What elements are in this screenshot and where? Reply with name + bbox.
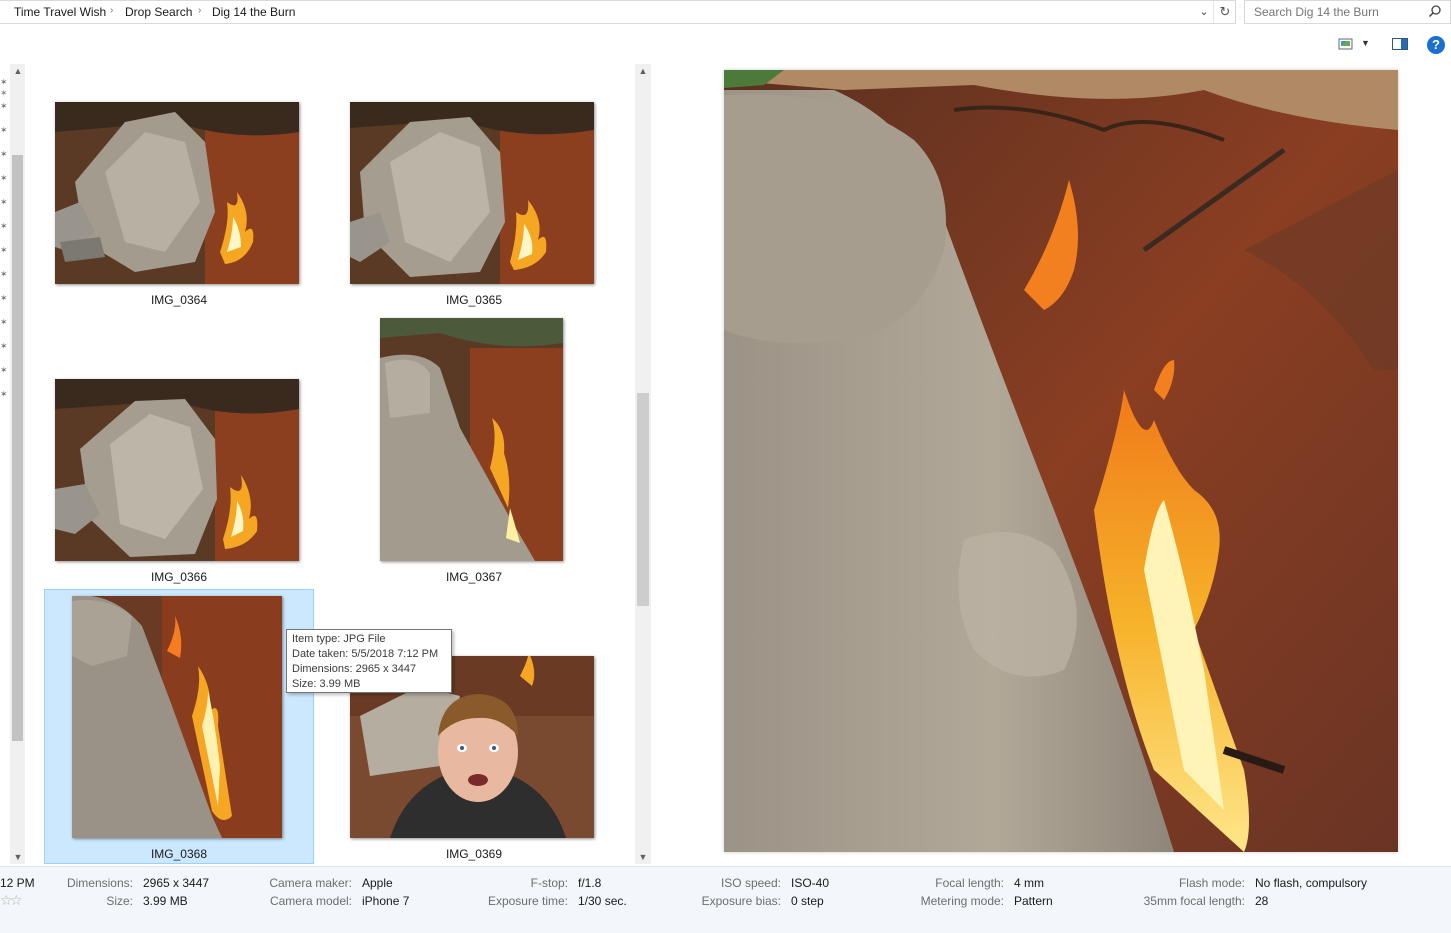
thumbnail-img-0366[interactable]: [55, 379, 299, 561]
tooltip-date-taken: Date taken: 5/5/2018 7:12 PM: [292, 648, 439, 660]
metering-mode-value[interactable]: Pattern: [1014, 894, 1053, 908]
camera-maker-label: Camera maker:: [269, 876, 352, 890]
thumbnail-img-0364[interactable]: [55, 102, 299, 284]
iso-speed-value[interactable]: ISO-40: [791, 876, 829, 890]
scroll-down-icon[interactable]: ▼: [635, 852, 651, 862]
search-icon[interactable]: [1428, 4, 1442, 18]
search-box[interactable]: [1244, 0, 1451, 24]
exposure-time-label: Exposure time:: [487, 894, 568, 908]
breadcrumb-time-travel-wish[interactable]: Time Travel Wish: [14, 5, 106, 19]
focal-length-label: Focal length:: [935, 876, 1004, 890]
help-icon[interactable]: ?: [1427, 36, 1445, 54]
dimensions-value[interactable]: 2965 x 3447: [143, 876, 209, 890]
refresh-icon[interactable]: ↻: [1213, 1, 1236, 23]
tooltip-item-type: Item type: JPG File: [292, 633, 386, 645]
file-name-label[interactable]: IMG_0364: [79, 293, 279, 307]
iso-speed-label: ISO speed:: [720, 876, 781, 890]
date-taken-value[interactable]: 12 PM: [0, 876, 35, 890]
tooltip-dimensions: Dimensions: 2965 x 3447: [292, 663, 417, 675]
35mm-focal-length-value[interactable]: 28: [1255, 894, 1268, 908]
thumbnail-img-0367[interactable]: [380, 318, 563, 561]
breadcrumb-separator-icon[interactable]: ›: [198, 5, 201, 16]
size-label: Size:: [106, 894, 133, 908]
breadcrumb-dig-14-the-burn[interactable]: Dig 14 the Burn: [212, 5, 295, 19]
breadcrumb-separator-icon[interactable]: ›: [110, 5, 113, 16]
thumbnail-img-0368[interactable]: [72, 596, 282, 838]
preview-image: [724, 70, 1398, 852]
file-name-label[interactable]: IMG_0368: [79, 847, 279, 861]
scroll-up-icon[interactable]: ▲: [635, 66, 651, 76]
rating-star-icon[interactable]: ☆: [10, 892, 23, 909]
camera-maker-value[interactable]: Apple: [362, 876, 393, 890]
metering-mode-label: Metering mode:: [920, 894, 1004, 908]
details-pane: 12 PM ☆ ☆ Dimensions: 2965 x 3447 Size: …: [0, 866, 1451, 933]
scroll-down-icon[interactable]: ▼: [10, 852, 26, 862]
address-bar[interactable]: Time Travel Wish › Drop Search › Dig 14 …: [0, 0, 1236, 24]
exposure-time-value[interactable]: 1/30 sec.: [578, 894, 627, 908]
preview-pane-icon[interactable]: [1391, 36, 1409, 52]
navigation-scrollbar-thumb[interactable]: [12, 155, 23, 741]
tooltip-size: Size: 3.99 MB: [292, 678, 361, 690]
search-input[interactable]: [1245, 1, 1434, 23]
focal-length-value[interactable]: 4 mm: [1014, 876, 1044, 890]
file-name-label[interactable]: IMG_0367: [374, 570, 574, 584]
more-options-chevron-down-icon[interactable]: ▼: [1361, 38, 1370, 48]
camera-model-value[interactable]: iPhone 7: [362, 894, 409, 908]
file-name-label[interactable]: IMG_0369: [374, 847, 574, 861]
scroll-up-icon[interactable]: ▲: [10, 66, 26, 76]
thumbnail-img-0365[interactable]: [350, 102, 594, 284]
flash-mode-label: Flash mode:: [1178, 876, 1245, 890]
exposure-bias-value[interactable]: 0 step: [791, 894, 824, 908]
pinned-items-column: ✶ ✶ ✶ ✶ ✶ ✶ ✶ ✶ ✶ ✶ ✶ ✶ ✶ ✶: [0, 77, 8, 399]
fstop-value[interactable]: f/1.8: [578, 876, 601, 890]
fstop-label: F-stop:: [530, 876, 568, 890]
change-view-icon[interactable]: [1337, 36, 1355, 52]
file-info-tooltip: Item type: JPG File Date taken: 5/5/2018…: [286, 629, 452, 693]
file-name-label[interactable]: IMG_0366: [79, 570, 279, 584]
35mm-focal-length-label: 35mm focal length:: [1143, 894, 1245, 908]
file-grid-scrollbar-thumb[interactable]: [637, 393, 649, 606]
camera-model-label: Camera model:: [269, 894, 352, 908]
view-toolbar: ▼: [0, 24, 1451, 64]
file-name-label[interactable]: IMG_0365: [374, 293, 574, 307]
size-value[interactable]: 3.99 MB: [143, 894, 188, 908]
exposure-bias-label: Exposure bias:: [701, 894, 781, 908]
breadcrumb-drop-search[interactable]: Drop Search: [125, 5, 192, 19]
address-history-chevron-down-icon[interactable]: ⌄: [1196, 3, 1212, 21]
flash-mode-value[interactable]: No flash, compulsory: [1255, 876, 1367, 890]
dimensions-label: Dimensions:: [66, 876, 133, 890]
